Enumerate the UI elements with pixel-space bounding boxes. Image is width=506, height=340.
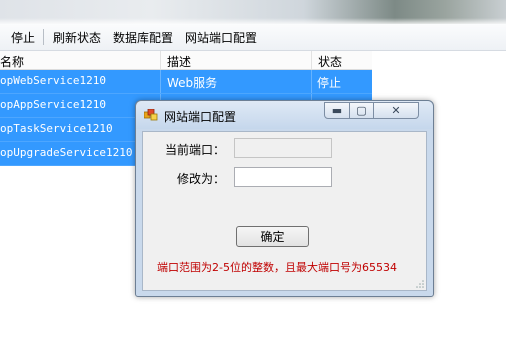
table-row[interactable]: opWebService1210 Web服务 停止 (0, 70, 372, 94)
cell-status: 停止 (317, 76, 342, 90)
cell-name: opUpgradeService1210 (0, 146, 133, 159)
modify-to-label: 修改为： (177, 172, 226, 186)
desktop-background (0, 0, 506, 24)
toolbar-separator (43, 29, 44, 45)
column-header-description[interactable]: 描述 (167, 53, 191, 70)
toolbar: 停止 刷新状态 数据库配置 网站端口配置 (0, 24, 506, 51)
stop-button[interactable]: 停止 (11, 29, 35, 46)
column-header-name[interactable]: 名称 (0, 53, 24, 70)
app-icon (144, 109, 158, 121)
refresh-status-button[interactable]: 刷新状态 (53, 29, 101, 46)
table-header: 名称 描述 状态 (0, 51, 372, 70)
dialog-title: 网站端口配置 (164, 110, 237, 124)
column-divider (160, 51, 161, 69)
database-config-button[interactable]: 数据库配置 (113, 29, 173, 46)
column-divider (311, 51, 312, 69)
column-divider (160, 70, 161, 93)
port-range-hint: 端口范围为2-5位的整数，且最大端口号为65534 (157, 261, 397, 274)
maximize-icon: ▢ (356, 104, 367, 117)
cell-description: Web服务 (167, 76, 218, 90)
column-divider (311, 70, 312, 93)
cell-name: opAppService1210 (0, 98, 106, 111)
minimize-icon: ▬ (331, 104, 343, 117)
minimize-button[interactable]: ▬ (324, 102, 350, 119)
port-config-dialog: 网站端口配置 ▬ ▢ ✕ 当前端口： 修改为： 确定 端口范围为2-5位的整数，… (135, 100, 434, 297)
current-port-label: 当前端口： (165, 143, 226, 157)
dialog-body: 当前端口： 修改为： 确定 端口范围为2-5位的整数，且最大端口号为65534 (142, 131, 427, 291)
current-port-field (234, 138, 332, 158)
website-port-config-button[interactable]: 网站端口配置 (185, 29, 257, 46)
cell-name: opTaskService1210 (0, 122, 113, 135)
cell-name: opWebService1210 (0, 74, 106, 87)
confirm-button[interactable]: 确定 (236, 226, 309, 247)
close-button[interactable]: ✕ (373, 102, 419, 119)
close-icon: ✕ (391, 104, 401, 117)
column-header-status[interactable]: 状态 (318, 53, 342, 70)
new-port-field[interactable] (234, 167, 332, 187)
dialog-title-bar[interactable]: 网站端口配置 ▬ ▢ ✕ (136, 101, 433, 129)
maximize-button[interactable]: ▢ (349, 102, 374, 119)
resize-grip-icon[interactable] (416, 280, 424, 288)
